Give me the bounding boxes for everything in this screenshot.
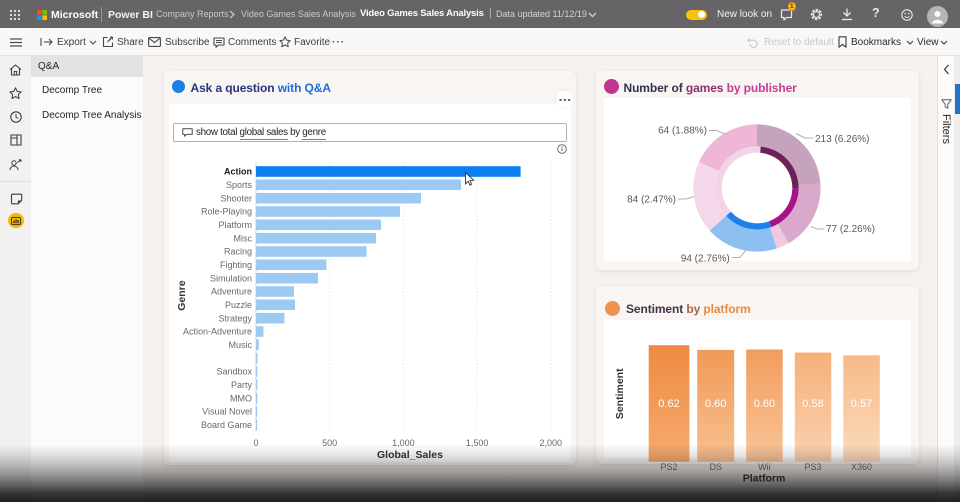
svg-text:Genre: Genre	[176, 280, 188, 311]
svg-text:Party: Party	[231, 380, 253, 390]
svg-text:0.58: 0.58	[802, 398, 823, 410]
svg-text:Visual Novel: Visual Novel	[202, 407, 252, 417]
svg-text:213 (6.26%): 213 (6.26%)	[815, 134, 869, 145]
svg-text:Action-Adventure: Action-Adventure	[183, 327, 252, 337]
svg-text:Strategy: Strategy	[218, 313, 252, 323]
svg-text:500: 500	[322, 438, 337, 448]
svg-text:Board Game: Board Game	[201, 420, 252, 430]
svg-text:MMO: MMO	[230, 393, 252, 403]
svg-text:Sports: Sports	[226, 180, 253, 190]
svg-text:Music: Music	[228, 340, 252, 350]
svg-text:2,000: 2,000	[540, 438, 563, 448]
svg-text:Sentiment: Sentiment	[614, 368, 626, 419]
svg-text:Adventure: Adventure	[211, 287, 252, 297]
svg-text:Sandbox: Sandbox	[216, 367, 252, 377]
svg-text:0.57: 0.57	[851, 398, 872, 410]
svg-text:Misc: Misc	[234, 233, 253, 243]
svg-text:94 (2.76%): 94 (2.76%)	[681, 254, 730, 265]
svg-text:84 (2.47%): 84 (2.47%)	[627, 195, 676, 206]
svg-text:0.60: 0.60	[754, 398, 775, 410]
svg-text:0.60: 0.60	[705, 398, 726, 410]
svg-text:Platform: Platform	[218, 220, 252, 230]
svg-text:Simulation: Simulation	[210, 273, 252, 283]
svg-text:64 (1.88%): 64 (1.88%)	[658, 126, 707, 137]
svg-text:77 (2.26%): 77 (2.26%)	[826, 224, 875, 235]
svg-text:0: 0	[253, 438, 258, 448]
svg-text:Wii: Wii	[758, 462, 771, 472]
svg-text:Action: Action	[224, 167, 252, 177]
svg-text:Shooter: Shooter	[220, 193, 252, 203]
svg-text:PS3: PS3	[804, 462, 821, 472]
svg-text:Role-Playing: Role-Playing	[201, 207, 252, 217]
svg-text:Global_Sales: Global_Sales	[377, 449, 443, 461]
svg-text:PS2: PS2	[660, 462, 677, 472]
svg-text:Racing: Racing	[224, 247, 252, 257]
svg-text:1,000: 1,000	[392, 438, 415, 448]
svg-text:X360: X360	[851, 462, 872, 472]
svg-text:Platform: Platform	[743, 473, 786, 485]
svg-text:0.62: 0.62	[658, 398, 679, 410]
svg-text:Puzzle: Puzzle	[225, 300, 252, 310]
svg-text:1,500: 1,500	[466, 438, 489, 448]
svg-text:Fighting: Fighting	[220, 260, 252, 270]
svg-text:DS: DS	[709, 462, 722, 472]
